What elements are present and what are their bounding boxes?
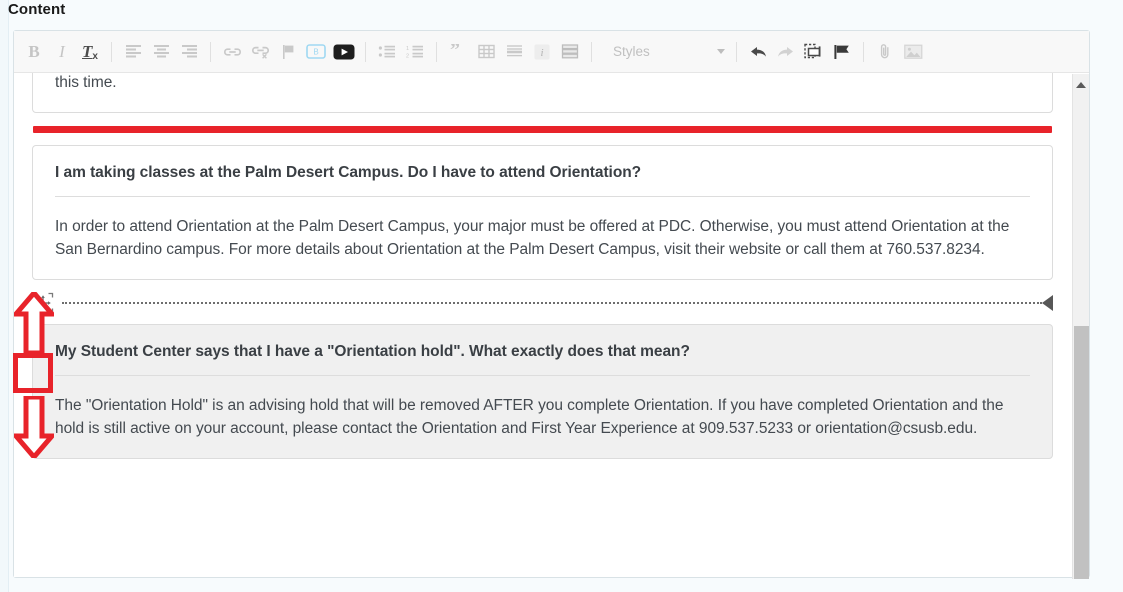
page-root: Content B I Tx (0, 0, 1123, 592)
faq-panel-parent-family[interactable]: Parent and Family Orientation is only of… (32, 73, 1053, 113)
document-body[interactable]: Parent and Family Orientation is only of… (14, 73, 1071, 459)
svg-text:1: 1 (406, 45, 409, 51)
scroll-up-arrow[interactable] (1073, 77, 1089, 92)
align-left-icon[interactable] (119, 39, 147, 65)
svg-text:B: B (313, 48, 318, 57)
svg-text:i: i (540, 47, 543, 59)
image-icon[interactable] (899, 39, 927, 65)
accordion-icon[interactable] (556, 39, 584, 65)
vertical-scrollbar[interactable] (1072, 74, 1089, 579)
redo-icon[interactable] (772, 39, 800, 65)
red-divider-rule[interactable] (33, 126, 1052, 133)
info-icon[interactable]: i (528, 39, 556, 65)
faq-paragraph: The "Orientation Hold" is an advising ho… (55, 394, 1030, 440)
remove-format-icon[interactable]: Tx (76, 39, 104, 65)
styles-dropdown-label: Styles (613, 44, 650, 59)
attachment-icon[interactable] (871, 39, 899, 65)
svg-text:”: ” (450, 44, 460, 59)
numbered-list-icon[interactable]: 1 2 (401, 39, 429, 65)
bulleted-list-icon[interactable] (373, 39, 401, 65)
link-icon[interactable] (218, 39, 246, 65)
faq-question-title: My Student Center says that I have a "Or… (55, 339, 1030, 375)
box-icon[interactable]: B (302, 39, 330, 65)
faq-question-title: I am taking classes at the Palm Desert C… (55, 160, 1030, 196)
faq-title-rule (55, 196, 1030, 197)
svg-text:2: 2 (406, 53, 409, 59)
table-icon[interactable] (472, 39, 500, 65)
horizontal-rule-icon[interactable] (500, 39, 528, 65)
toolbar-separator (111, 42, 112, 62)
page-break-arrow-icon (1042, 295, 1053, 311)
bold-icon[interactable]: B (20, 39, 48, 65)
faq-paragraph: Parent and Family Orientation is only of… (55, 73, 1030, 94)
faq-panel-orientation-hold[interactable]: My Student Center says that I have a "Or… (32, 324, 1053, 459)
faq-title-rule (55, 375, 1030, 376)
page-break-widget[interactable] (32, 290, 1053, 316)
toolbar-separator (210, 42, 211, 62)
faq-panel-palm-desert[interactable]: I am taking classes at the Palm Desert C… (32, 145, 1053, 280)
rich-text-editor: B I Tx (13, 30, 1090, 578)
unlink-icon[interactable] (246, 39, 274, 65)
editor-content-area[interactable]: Parent and Family Orientation is only of… (14, 73, 1089, 577)
styles-dropdown[interactable]: Styles (603, 40, 729, 64)
align-center-icon[interactable] (147, 39, 175, 65)
editor-toolbar: B I Tx (14, 31, 1089, 73)
toolbar-separator (436, 42, 437, 62)
page-break-icon[interactable] (800, 39, 828, 65)
widget-drag-handle-icon[interactable] (32, 292, 54, 314)
toolbar-separator (365, 42, 366, 62)
undo-icon[interactable] (744, 39, 772, 65)
scrollbar-thumb[interactable] (1074, 326, 1089, 579)
align-right-icon[interactable] (175, 39, 203, 65)
page-break-dotted-line (62, 302, 1042, 304)
anchor-icon[interactable] (274, 39, 302, 65)
flag-icon[interactable] (828, 39, 856, 65)
italic-icon[interactable]: I (48, 39, 76, 65)
page-title: Content (8, 1, 65, 18)
chevron-down-icon (717, 49, 725, 54)
toolbar-separator (863, 42, 864, 62)
toolbar-separator (591, 42, 592, 62)
faq-paragraph: In order to attend Orientation at the Pa… (55, 215, 1030, 261)
video-icon[interactable] (330, 39, 358, 65)
toolbar-separator (736, 42, 737, 62)
blockquote-icon[interactable]: ” (444, 39, 472, 65)
page-left-gutter (0, 0, 9, 592)
